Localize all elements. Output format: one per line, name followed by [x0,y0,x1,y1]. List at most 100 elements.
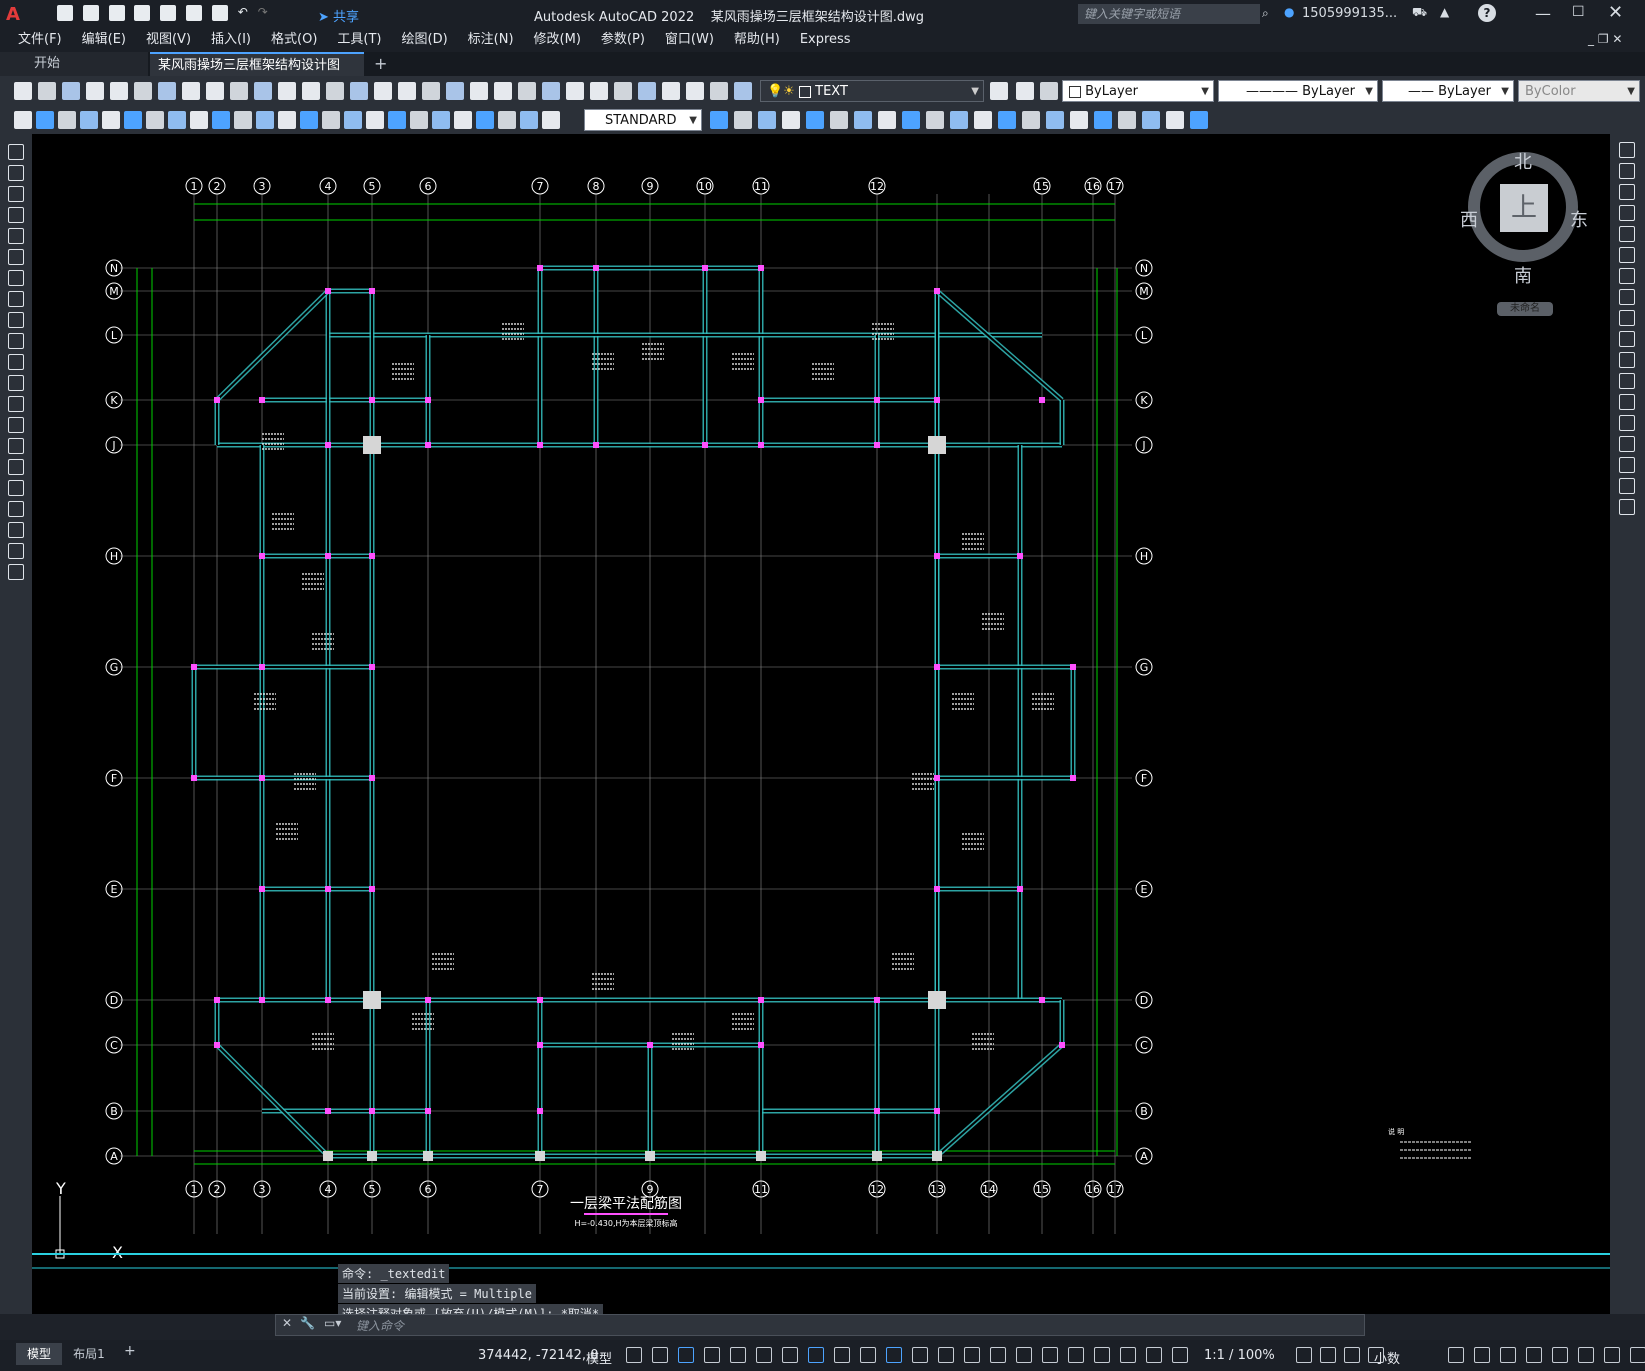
dim-tool-24-icon[interactable] [542,111,560,129]
modify-tool-0-icon[interactable] [1619,142,1635,158]
draw-tool-18-icon[interactable] [8,522,24,538]
standard-tool-9-icon[interactable] [230,82,248,100]
menu-help[interactable]: 帮助(H) [724,28,790,52]
draw-tool-8-icon[interactable] [8,312,24,328]
draw-tool-0-icon[interactable] [8,144,24,160]
status-toggle-30-icon[interactable] [1552,1347,1568,1363]
dim-tool-16-icon[interactable] [366,111,384,129]
new-icon[interactable] [57,5,73,21]
menu-parametric[interactable]: 参数(P) [591,28,655,52]
standard-tool-15-icon[interactable] [374,82,392,100]
modify-tool-11-icon[interactable] [1619,373,1635,389]
dim-tool-11-icon[interactable] [256,111,274,129]
standard-tool-3-icon[interactable] [86,82,104,100]
dim-tool-20-icon[interactable] [454,111,472,129]
status-toggle-12-icon[interactable] [938,1347,954,1363]
standard-tool-22-icon[interactable] [542,82,560,100]
dim-tool-21-icon[interactable] [476,111,494,129]
open-icon[interactable] [82,5,99,21]
dim-tool-14-icon[interactable] [322,111,340,129]
add-layout-button[interactable]: + [124,1343,136,1359]
status-toggle-32-icon[interactable] [1604,1347,1620,1363]
dim-tool-5-icon[interactable] [124,111,142,129]
status-toggle-21-icon[interactable] [1172,1347,1188,1363]
share-button[interactable]: ➤ 共享 [318,6,359,25]
dim-tool-1-icon[interactable] [36,111,54,129]
menu-modify[interactable]: 修改(M) [524,28,591,52]
drawing-canvas[interactable]: 1 2 3 4 5 6 7 8 9 10 11 12 15 16 17 1 2 3 4 5 6 7 9 11 12 13 14 15 1… [32,134,1610,1323]
user-name[interactable]: 1505999135... [1302,6,1397,21]
dim-tool-32-icon[interactable] [878,111,896,129]
status-toggle-23-icon[interactable] [1320,1347,1336,1363]
dim-tool-18-icon[interactable] [410,111,428,129]
status-toggle-13-icon[interactable] [964,1347,980,1363]
dim-tool-34-icon[interactable] [926,111,944,129]
viewcube-east[interactable]: 东 [1570,206,1588,232]
standard-tool-28-icon[interactable] [686,82,704,100]
dim-tool-37-icon[interactable] [998,111,1016,129]
draw-tool-13-icon[interactable] [8,417,24,433]
standard-tool-17-icon[interactable] [422,82,440,100]
standard-tool-11-icon[interactable] [278,82,296,100]
status-toggle-26-icon[interactable] [1448,1347,1464,1363]
draw-tool-9-icon[interactable] [8,333,24,349]
status-toggle-5-icon[interactable] [756,1347,772,1363]
tab-model[interactable]: 模型 [16,1343,62,1365]
user-icon[interactable]: ● [1284,5,1294,19]
menu-express[interactable]: Express [790,28,861,52]
standard-tool-0-icon[interactable] [14,82,32,100]
dim-tool-2-icon[interactable] [58,111,76,129]
draw-tool-11-icon[interactable] [8,375,24,391]
redo-icon[interactable]: ↷ [258,5,268,21]
standard-tool-19-icon[interactable] [470,82,488,100]
status-toggle-28-icon[interactable] [1500,1347,1516,1363]
status-toggle-9-icon[interactable] [860,1347,876,1363]
status-toggle-19-icon[interactable] [1120,1347,1136,1363]
status-toggle-15-icon[interactable] [1016,1347,1032,1363]
dim-tool-29-icon[interactable] [806,111,824,129]
standard-tool-16-icon[interactable] [398,82,416,100]
status-toggle-0-icon[interactable] [626,1347,642,1363]
dim-tool-30-icon[interactable] [830,111,848,129]
status-toggle-10-icon[interactable] [886,1347,902,1363]
modify-tool-5-icon[interactable] [1619,247,1635,263]
dim-tool-4-icon[interactable] [102,111,120,129]
save-web-icon[interactable] [186,5,203,21]
menu-edit[interactable]: 编辑(E) [72,28,136,52]
status-toggle-20-icon[interactable] [1146,1347,1162,1363]
standard-tool-21-icon[interactable] [518,82,536,100]
status-toggle-3-icon[interactable] [704,1347,720,1363]
modify-tool-4-icon[interactable] [1619,226,1635,242]
lineweight-combo[interactable]: —— ByLayer ▼ [1382,80,1514,102]
linetype-combo[interactable]: ———— ByLayer ▼ [1218,80,1378,102]
menu-insert[interactable]: 插入(I) [201,28,261,52]
draw-tool-12-icon[interactable] [8,396,24,412]
status-toggle-1-icon[interactable] [652,1347,668,1363]
draw-tool-2-icon[interactable] [8,186,24,202]
standard-tool-1-icon[interactable] [38,82,56,100]
standard-tool-30-icon[interactable] [734,82,752,100]
status-toggle-2-icon[interactable] [678,1347,694,1363]
standard-tool-26-icon[interactable] [638,82,656,100]
modify-tool-6-icon[interactable] [1619,268,1635,284]
dim-tool-36-icon[interactable] [974,111,992,129]
modify-tool-15-icon[interactable] [1619,457,1635,473]
wcs-menu[interactable]: 未命名 [1497,302,1553,316]
dim-tool-45-icon[interactable] [1190,111,1208,129]
status-toggle-29-icon[interactable] [1526,1347,1542,1363]
modify-tool-13-icon[interactable] [1619,415,1635,431]
dim-tool-38-icon[interactable] [1022,111,1040,129]
status-toggle-7-icon[interactable] [808,1347,824,1363]
modify-tool-12-icon[interactable] [1619,394,1635,410]
status-toggle-16-icon[interactable] [1042,1347,1058,1363]
save-as-icon[interactable] [134,5,151,21]
status-toggle-24-icon[interactable] [1344,1347,1360,1363]
tab-layout1[interactable]: 布局1 [66,1343,112,1365]
status-toggle-6-icon[interactable] [782,1347,798,1363]
dim-tool-43-icon[interactable] [1142,111,1160,129]
dim-tool-42-icon[interactable] [1118,111,1136,129]
help-icon[interactable]: ? [1478,4,1496,22]
tab-drawing[interactable]: 某风雨操场三层框架结构设计图*✕ [150,52,364,97]
modify-tool-8-icon[interactable] [1619,310,1635,326]
modify-tool-17-icon[interactable] [1619,499,1635,515]
